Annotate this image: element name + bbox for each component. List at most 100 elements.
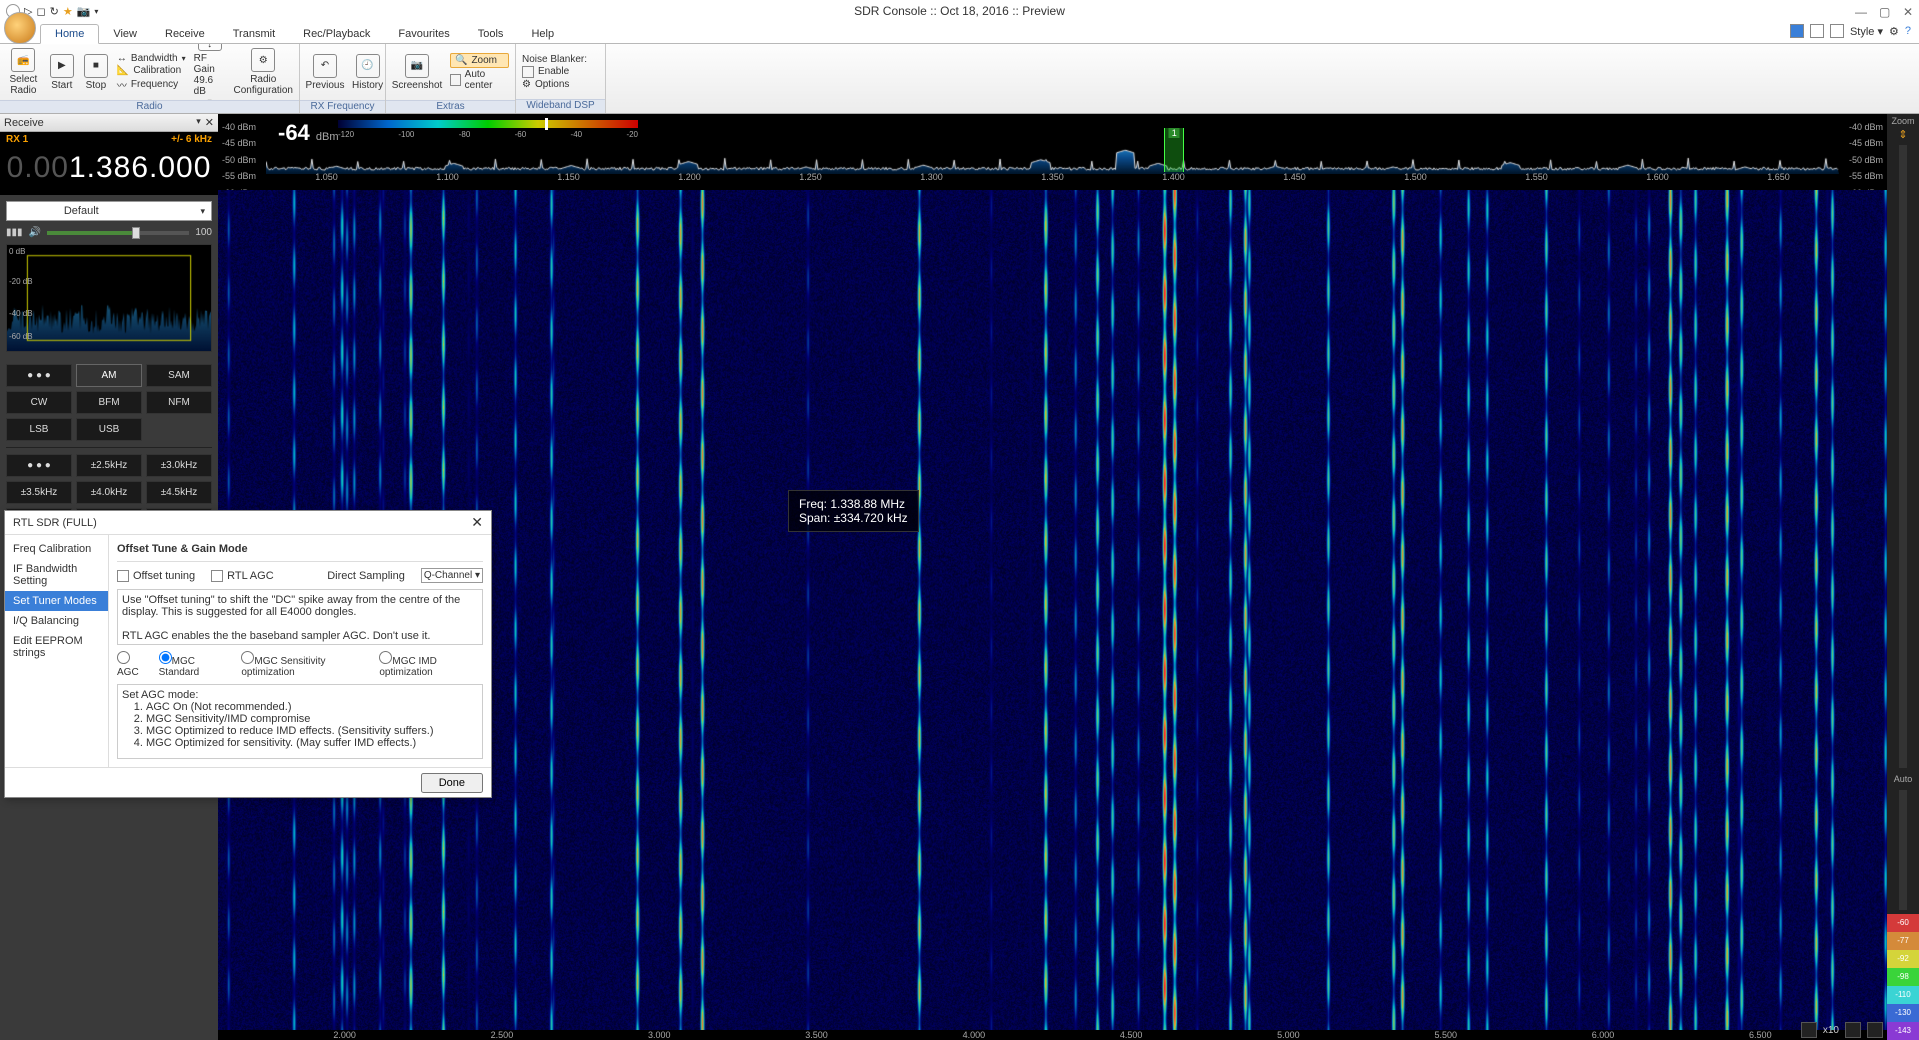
layout-icon-3[interactable] — [1830, 24, 1844, 38]
group-label-rxfreq: RX Frequency — [300, 100, 385, 113]
tab-rec-playback[interactable]: Rec/Playback — [289, 25, 384, 43]
enable-checkbox[interactable]: Enable — [522, 66, 587, 78]
camera-icon: 📷 — [405, 54, 429, 78]
qat-stop-icon[interactable]: ◻ — [36, 5, 45, 18]
select-radio-button[interactable]: 📻 Select Radio — [6, 46, 41, 98]
auto-center-checkbox[interactable]: Auto center — [450, 69, 509, 91]
app-logo-icon[interactable] — [4, 12, 36, 44]
radio-mgc-imd[interactable]: MGC IMD optimization — [379, 651, 483, 678]
mode-cw-button[interactable]: CW — [6, 391, 72, 414]
help-icon[interactable]: ? — [1905, 25, 1911, 37]
filter-35-button[interactable]: ±3.5kHz — [6, 481, 72, 504]
wf-play-icon[interactable] — [1845, 1022, 1861, 1038]
speaker-icon[interactable]: 🔊 — [29, 227, 41, 238]
options-button[interactable]: ⚙Options — [522, 79, 587, 90]
mode-bfm-button[interactable]: BFM — [76, 391, 142, 414]
radio-mgc-sensitivity[interactable]: MGC Sensitivity optimization — [241, 651, 369, 678]
previous-button[interactable]: ↶ Previous — [306, 46, 344, 98]
nav-set-tuner-modes[interactable]: Set Tuner Modes — [5, 591, 108, 611]
dialog-close-icon[interactable]: ✕ — [471, 514, 483, 531]
mode-more-button[interactable]: ● ● ● — [6, 364, 72, 387]
rtl-agc-checkbox[interactable]: RTL AGC — [211, 570, 273, 582]
dialog-titlebar[interactable]: RTL SDR (FULL) ✕ — [5, 511, 491, 535]
tab-transmit[interactable]: Transmit — [219, 25, 289, 43]
tab-favourites[interactable]: Favourites — [384, 25, 463, 43]
panel-close-icon[interactable]: ✕ — [205, 116, 214, 129]
style-dropdown[interactable]: Style ▾ — [1850, 25, 1883, 38]
bandwidth-button[interactable]: ↔Bandwidth▾ — [117, 53, 186, 64]
history-button[interactable]: 🕘 History — [352, 46, 383, 98]
clock-icon: 🕘 — [356, 54, 380, 78]
dialog-section-header: Offset Tune & Gain Mode — [117, 543, 483, 562]
nav-freq-calibration[interactable]: Freq Calibration — [5, 539, 108, 559]
qat-dropdown-icon[interactable]: ▾ — [94, 7, 98, 16]
panel-dropdown-icon[interactable]: ▾ — [196, 116, 201, 129]
offset-tuning-checkbox[interactable]: Offset tuning — [117, 570, 195, 582]
done-button[interactable]: Done — [421, 773, 483, 793]
receive-panel-header: Receive ▾ ✕ — [0, 114, 218, 132]
qat-star-icon[interactable]: ★ — [63, 5, 73, 18]
volume-value: 100 — [195, 227, 212, 238]
mini-spectrum[interactable]: 0 dB -20 dB -40 dB -60 dB — [6, 244, 212, 352]
preset-dropdown[interactable]: Default ▾ — [6, 201, 212, 221]
calibration-button[interactable]: 📐Calibration — [117, 65, 186, 76]
spectrum-zoom-slider[interactable] — [1899, 145, 1907, 768]
radio-agc[interactable]: AGC — [117, 651, 149, 678]
signal-color-bar: -120-100-80-60-40-20 — [338, 120, 638, 128]
mode-nfm-button[interactable]: NFM — [146, 391, 212, 414]
zoom-arrows-icon[interactable]: ⇕ — [1887, 128, 1919, 141]
wf-settings-icon[interactable] — [1867, 1022, 1883, 1038]
dialog-help-text[interactable]: Use "Offset tuning" to shift the "DC" sp… — [117, 589, 483, 645]
spectrum-display[interactable]: -64 dBm -120-100-80-60-40-20 -40 dBm-45 … — [218, 114, 1887, 190]
filter-40-button[interactable]: ±4.0kHz — [76, 481, 142, 504]
mode-lsb-button[interactable]: LSB — [6, 418, 72, 441]
waterfall-contrast-slider[interactable] — [1899, 790, 1907, 910]
mode-am-button[interactable]: AM — [76, 364, 142, 387]
rf-gain-button[interactable]: ↕ RF Gain 49.6 dB▾ — [194, 46, 226, 98]
zoom-button[interactable]: 🔍Zoom — [450, 53, 509, 68]
screenshot-button[interactable]: 📷 Screenshot — [392, 46, 442, 98]
dialog-content: Offset Tune & Gain Mode Offset tuning RT… — [109, 535, 491, 767]
filter-45-button[interactable]: ±4.5kHz — [146, 481, 212, 504]
mode-sam-button[interactable]: SAM — [146, 364, 212, 387]
bars-icon[interactable]: ▮▮▮ — [6, 227, 23, 238]
filter-25-button[interactable]: ±2.5kHz — [76, 454, 142, 477]
rx-bandwidth: +/- 6 kHz — [171, 134, 212, 145]
auto-label[interactable]: Auto — [1887, 772, 1919, 786]
frequency-button[interactable]: 〰Frequency — [117, 77, 186, 92]
settings-icon[interactable]: ⚙ — [1889, 25, 1899, 38]
wf-expand-icon[interactable] — [1801, 1022, 1817, 1038]
tab-help[interactable]: Help — [517, 25, 568, 43]
frequency-display[interactable]: 0.001.386.000 — [0, 147, 218, 195]
quick-access-toolbar: ▷ ◻ ↻ ★ 📷 ▾ SDR Console :: Oct 18, 2016 … — [0, 0, 1919, 22]
qat-refresh-icon[interactable]: ↻ — [50, 5, 59, 18]
filter-more-button[interactable]: ● ● ● — [6, 454, 72, 477]
tuned-frequency-band[interactable]: 1 — [1164, 128, 1184, 172]
volume-slider[interactable] — [47, 231, 189, 235]
maximize-icon[interactable]: ▢ — [1879, 5, 1891, 17]
layout-icon-2[interactable] — [1810, 24, 1824, 38]
wave-icon: 〰 — [117, 77, 127, 92]
filter-30-button[interactable]: ±3.0kHz — [146, 454, 212, 477]
tab-view[interactable]: View — [99, 25, 151, 43]
tab-tools[interactable]: Tools — [464, 25, 518, 43]
waterfall-tooltip: Freq: 1.338.88 MHz Span: ±334.720 kHz — [788, 490, 919, 532]
radio-config-button[interactable]: ⚙ Radio Configuration — [234, 46, 293, 98]
radio-mgc-standard[interactable]: MGC Standard — [159, 651, 232, 678]
mode-usb-button[interactable]: USB — [76, 418, 142, 441]
direct-sampling-select[interactable]: Q-Channel ▾ — [421, 568, 483, 583]
nav-iq-balancing[interactable]: I/Q Balancing — [5, 611, 108, 631]
agc-mode-list[interactable]: Set AGC mode: AGC On (Not recommended.) … — [117, 684, 483, 759]
tab-receive[interactable]: Receive — [151, 25, 219, 43]
nav-if-bandwidth[interactable]: IF Bandwidth Setting — [5, 559, 108, 591]
stop-button[interactable]: ■ Stop — [83, 46, 109, 98]
layout-icon-1[interactable] — [1790, 24, 1804, 38]
qat-camera-icon[interactable]: 📷 — [77, 5, 91, 18]
start-button[interactable]: ▶ Start — [49, 46, 75, 98]
close-icon[interactable]: ✕ — [1903, 5, 1915, 17]
tab-home[interactable]: Home — [40, 24, 99, 44]
rx-label: RX 1 — [6, 134, 28, 145]
waterfall-ruler: 2.0002.5003.0003.5004.0004.5005.0005.500… — [218, 1030, 1887, 1040]
minimize-icon[interactable]: — — [1855, 5, 1867, 17]
nav-edit-eeprom[interactable]: Edit EEPROM strings — [5, 631, 108, 663]
